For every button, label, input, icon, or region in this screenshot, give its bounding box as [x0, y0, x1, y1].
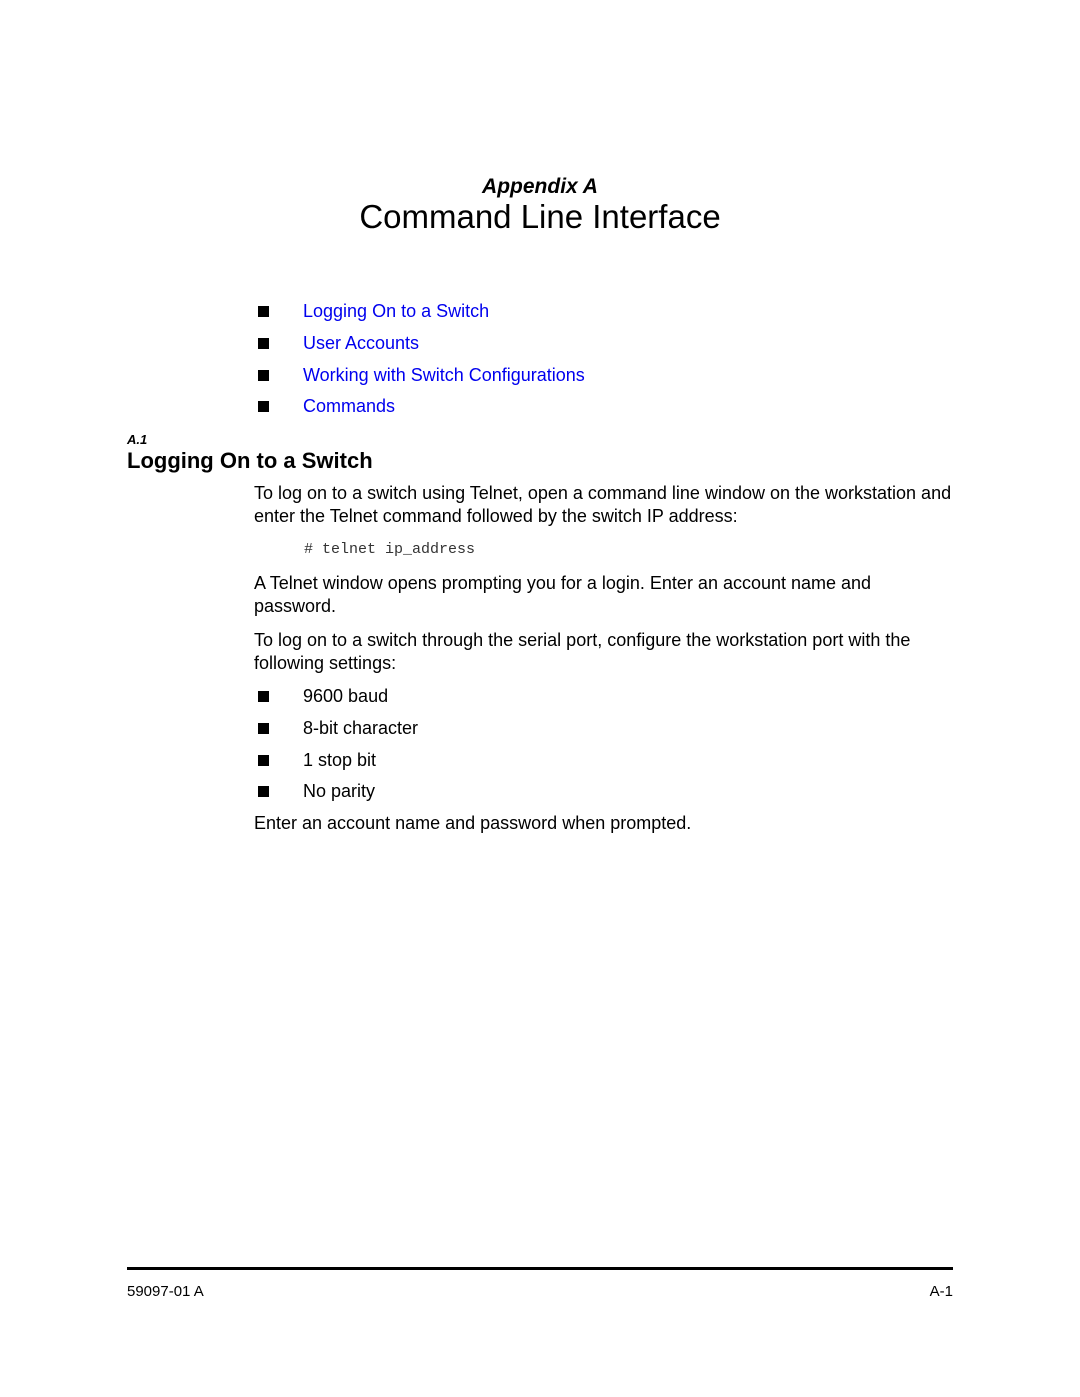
section-title: Logging On to a Switch — [127, 448, 373, 473]
square-bullet-icon — [258, 338, 269, 350]
toc-item: Commands — [258, 391, 585, 423]
setting-parity: No parity — [303, 781, 376, 802]
chapter-title: Command Line Interface — [359, 198, 721, 235]
serial-settings-list: 9600 baud 8-bit character 1 stop bit No … — [258, 681, 418, 808]
chapter-contents-list: Logging On to a Switch User Accounts Wor… — [258, 296, 585, 423]
toc-link-switch-configurations[interactable]: Working with Switch Configurations — [303, 365, 585, 386]
paragraph-telnet-intro: To log on to a switch using Telnet, open… — [254, 483, 952, 526]
setting-baud: 9600 baud — [303, 686, 389, 707]
square-bullet-icon — [258, 401, 269, 413]
section-number: A.1 — [127, 432, 148, 447]
square-bullet-icon — [258, 369, 269, 381]
square-bullet-icon — [258, 306, 269, 318]
toc-item: Logging On to a Switch — [258, 296, 585, 328]
setting-stop-bit: 1 stop bit — [303, 749, 377, 770]
paragraph-telnet-login: A Telnet window opens prompting you for … — [254, 573, 872, 616]
toc-link-user-accounts[interactable]: User Accounts — [303, 333, 419, 354]
toc-item: Working with Switch Configurations — [258, 359, 585, 391]
toc-link-commands[interactable]: Commands — [303, 396, 395, 417]
setting-character: 8-bit character — [303, 718, 419, 739]
page-number: A-1 — [929, 1283, 953, 1300]
list-item: 9600 baud — [258, 681, 418, 713]
square-bullet-icon — [258, 754, 269, 766]
square-bullet-icon — [258, 723, 269, 735]
list-item: No parity — [258, 776, 418, 808]
code-example: # telnet ip_address — [304, 541, 476, 558]
paragraph-closing: Enter an account name and password when … — [254, 813, 692, 833]
toc-item: User Accounts — [258, 328, 585, 360]
square-bullet-icon — [258, 786, 269, 798]
paragraph-serial-intro: To log on to a switch through the serial… — [254, 630, 911, 673]
square-bullet-icon — [258, 691, 269, 703]
document-number: 59097-01 A — [127, 1283, 204, 1300]
list-item: 1 stop bit — [258, 744, 418, 776]
list-item: 8-bit character — [258, 713, 418, 745]
toc-link-logging-on[interactable]: Logging On to a Switch — [303, 301, 489, 322]
footer-divider — [127, 1267, 953, 1270]
